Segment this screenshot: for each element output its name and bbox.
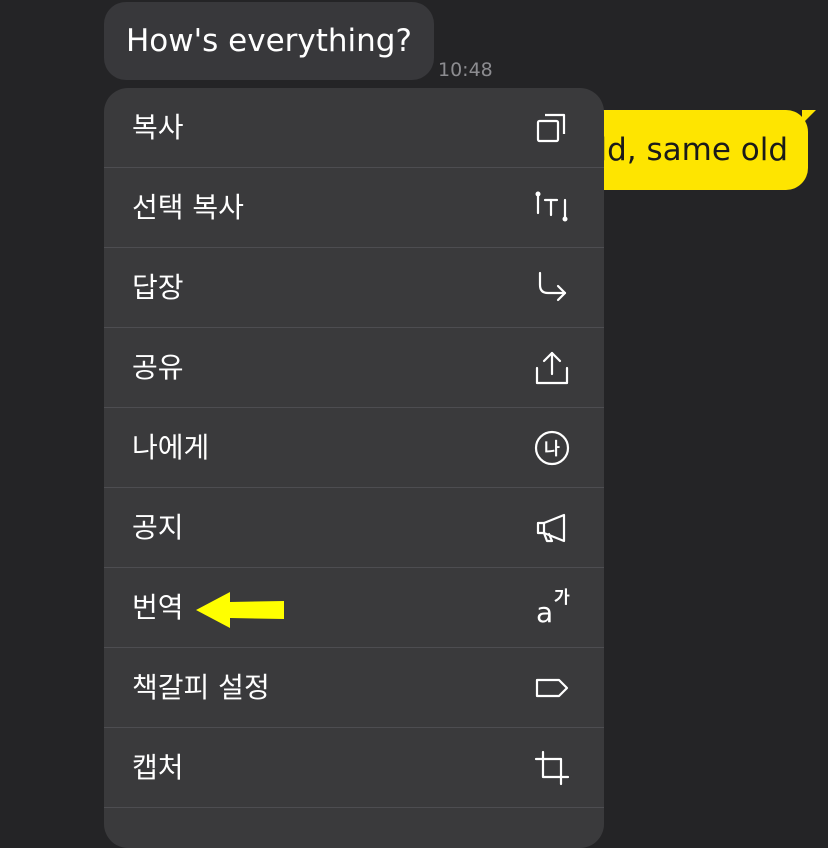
incoming-message-bubble[interactable]: How's everything? (104, 2, 434, 80)
menu-item-label: 책갈피 설정 (132, 671, 270, 704)
copy-icon (534, 110, 570, 146)
menu-item-label: 답장 (132, 271, 184, 304)
menu-item-to-me[interactable]: 나에게 나 (104, 408, 604, 488)
menu-item-label: 나에게 (132, 431, 210, 464)
menu-item-copy[interactable]: 복사 (104, 88, 604, 168)
reply-arrow-icon (534, 270, 570, 306)
megaphone-icon (534, 510, 570, 546)
menu-item-share[interactable]: 공유 (104, 328, 604, 408)
message-context-menu: 복사 선택 복사 답장 공유 나에게 나 공지 번역 a 가 책갈피 설정 캡처 (104, 88, 604, 848)
menu-item-label: 캡처 (132, 751, 184, 784)
share-icon (534, 350, 570, 386)
crop-icon (534, 750, 570, 786)
menu-item-bookmark[interactable]: 책갈피 설정 (104, 648, 604, 728)
menu-item-notice[interactable]: 공지 (104, 488, 604, 568)
menu-item-label: 복사 (132, 111, 184, 144)
menu-item-capture[interactable]: 캡처 (104, 728, 604, 808)
menu-item-label: 공지 (132, 511, 184, 544)
menu-item-label: 공유 (132, 351, 184, 384)
outgoing-message-text: ld, same old (598, 132, 788, 168)
menu-item-label: 번역 (132, 591, 184, 624)
translate-icon: a 가 (536, 588, 570, 629)
text-select-icon (534, 190, 570, 226)
message-timestamp: 10:48 (438, 59, 493, 81)
menu-item-label: 선택 복사 (132, 191, 244, 224)
incoming-message-text: How's everything? (126, 23, 412, 59)
menu-item-translate[interactable]: 번역 a 가 (104, 568, 604, 648)
svg-text:나: 나 (544, 440, 560, 460)
bubble-tail (802, 110, 816, 124)
to-me-circle-icon: 나 (534, 430, 570, 466)
annotation-arrow-icon (196, 592, 284, 628)
bookmark-tag-icon (534, 670, 570, 706)
menu-item-reply[interactable]: 답장 (104, 248, 604, 328)
menu-item-select-copy[interactable]: 선택 복사 (104, 168, 604, 248)
